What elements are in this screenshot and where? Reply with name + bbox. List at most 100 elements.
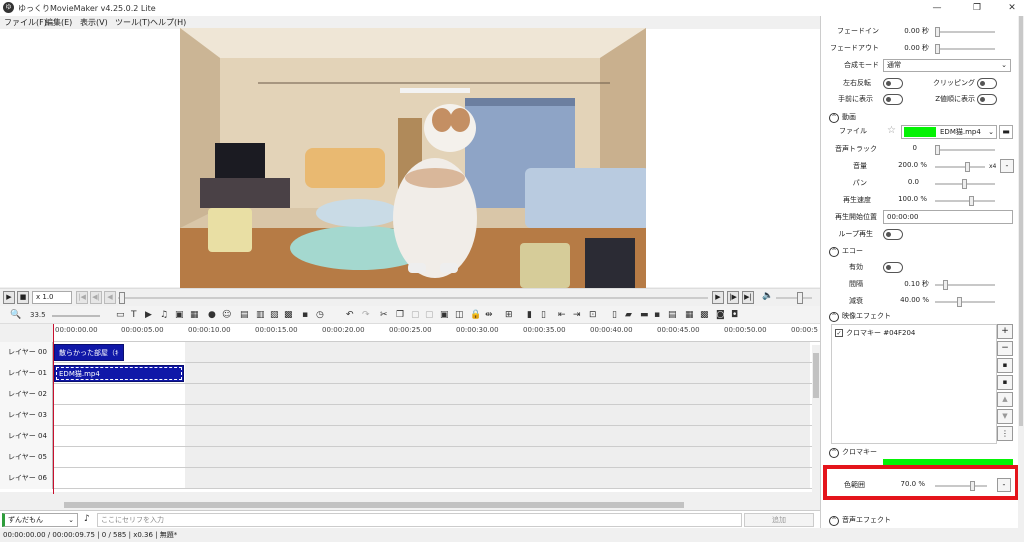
step-forward-icon[interactable]: |▶ xyxy=(727,291,739,304)
go-end-icon[interactable]: ▶| xyxy=(742,291,754,304)
decay-value[interactable]: 40.00 % xyxy=(883,296,929,304)
copy-icon[interactable]: ❐ xyxy=(396,309,404,321)
timeline-ruler[interactable]: 00:00:00.00 00:00:05.00 00:00:10.00 00:0… xyxy=(53,324,820,342)
speed-select[interactable]: x 1.0 xyxy=(32,291,72,304)
layer-label[interactable]: レイヤー 06 xyxy=(0,468,53,489)
speed-slider[interactable] xyxy=(935,196,995,206)
lock-icon[interactable]: 🔒 xyxy=(470,309,481,321)
interval-slider[interactable] xyxy=(935,280,995,290)
color-range-minus-button[interactable]: - xyxy=(997,478,1011,492)
comment-icon[interactable]: ▭ xyxy=(116,309,125,321)
clipping-toggle[interactable] xyxy=(977,78,997,89)
menu-edit[interactable]: 編集(E) xyxy=(45,16,72,29)
checkbox-checked-icon[interactable]: ✓ xyxy=(835,329,843,337)
speaker-icon[interactable]: 🔈 xyxy=(762,291,773,301)
grid-icon[interactable]: ▦ xyxy=(190,309,199,321)
character-select[interactable]: ずんだもん ⌄ xyxy=(2,513,78,527)
zorder-toggle[interactable] xyxy=(977,94,997,105)
layer-icon[interactable]: ◫ xyxy=(455,309,464,321)
text-icon[interactable]: T xyxy=(131,309,137,321)
flip-toggle[interactable] xyxy=(883,78,903,89)
face-icon[interactable]: ☺ xyxy=(222,309,231,321)
speed-value[interactable]: 100.0 % xyxy=(883,195,927,203)
collapse-icon[interactable]: ^ xyxy=(829,113,839,123)
render-icon[interactable]: ▩ xyxy=(700,309,709,321)
load-effect-icon[interactable]: ▪ xyxy=(997,375,1013,390)
color-range-slider[interactable] xyxy=(935,481,987,491)
frames-icon[interactable]: ▧ xyxy=(270,309,279,321)
timeline-clip[interactable]: 散らかった部屋（ｷ xyxy=(54,344,124,361)
stop-icon[interactable]: ■ xyxy=(17,291,29,304)
camera-icon[interactable]: ◙ xyxy=(716,309,725,321)
timeline-vscroll[interactable] xyxy=(812,345,820,493)
clock-icon[interactable]: ◷ xyxy=(316,309,324,321)
seek-thumb[interactable] xyxy=(119,292,125,304)
interval-value[interactable]: 0.10 秒 xyxy=(883,279,929,289)
more-icon[interactable]: ⋮ xyxy=(997,426,1013,441)
timeline-hscroll[interactable] xyxy=(0,500,820,510)
layer-track[interactable] xyxy=(185,363,810,383)
file-select[interactable]: EDM猫.mp4 ⌄ xyxy=(901,125,997,139)
video-preview[interactable] xyxy=(180,28,646,288)
timeline-clip-selected[interactable]: EDM猫.mp4 xyxy=(54,365,184,382)
star-icon[interactable]: ☆ xyxy=(887,125,896,136)
layer-track[interactable] xyxy=(185,405,810,425)
layer-label[interactable]: レイヤー 04 xyxy=(0,426,53,447)
menu-tools[interactable]: ツール(T) xyxy=(115,16,150,29)
layer-track[interactable] xyxy=(185,468,810,488)
volume-minus-button[interactable]: - xyxy=(1000,159,1014,173)
fade-out-slider[interactable] xyxy=(935,44,995,54)
folder-open-icon[interactable]: ▰ xyxy=(625,309,632,321)
delete-icon[interactable]: ▮ xyxy=(527,309,532,321)
echo-section-header[interactable]: ^ エコー xyxy=(829,246,863,257)
video-effect-section-header[interactable]: ^ 映像エフェクト xyxy=(829,311,891,322)
snapshot-icon[interactable]: ◘ xyxy=(731,309,738,321)
collapse-icon[interactable]: ^ xyxy=(829,448,839,458)
fade-in-value[interactable]: 0.00 秒 xyxy=(891,26,929,36)
volume-thumb[interactable] xyxy=(797,292,803,304)
redo-icon[interactable]: ↷ xyxy=(362,309,370,321)
trash-icon[interactable]: ▯ xyxy=(541,309,546,321)
decay-slider[interactable] xyxy=(935,297,995,307)
add-button[interactable]: 追加 xyxy=(744,513,814,527)
undo-icon[interactable]: ↶ xyxy=(346,309,354,321)
frame-forward-icon[interactable]: ▶ xyxy=(712,291,724,304)
fade-in-slider[interactable] xyxy=(935,27,995,37)
zoom-icon[interactable]: 🔍 xyxy=(10,309,21,321)
video-section-header[interactable]: ^ 動画 xyxy=(829,112,856,123)
zoom-slider[interactable] xyxy=(52,315,100,317)
export-icon[interactable]: ▦ xyxy=(685,309,694,321)
chroma-section-header[interactable]: ^ クロマキー xyxy=(829,447,877,458)
panel-scrollbar[interactable] xyxy=(1018,16,1024,528)
start-pos-input[interactable]: 00:00:00 xyxy=(883,210,1013,224)
color-range-value[interactable]: 70.0 % xyxy=(883,480,925,488)
fit-icon[interactable]: ⊡ xyxy=(589,309,597,321)
collapse-icon[interactable]: ^ xyxy=(829,312,839,322)
collapse-icon[interactable]: ^ xyxy=(829,516,839,526)
menu-file[interactable]: ファイル(F) xyxy=(4,16,47,29)
layer-track[interactable] xyxy=(185,447,810,467)
add-effect-button[interactable]: + xyxy=(997,324,1013,339)
volume-slider[interactable] xyxy=(935,162,985,172)
layer-label[interactable]: レイヤー 00 xyxy=(0,342,53,363)
folder-icon[interactable]: ▬ xyxy=(640,309,649,321)
audio-track-value[interactable]: 0 xyxy=(891,144,917,152)
music-icon[interactable]: ♫ xyxy=(160,309,168,321)
voice-icon[interactable]: ♪ xyxy=(84,514,90,524)
volume-value[interactable]: 200.0 % xyxy=(883,161,927,169)
seek-track[interactable] xyxy=(118,297,708,299)
folder-icon[interactable]: ▬ xyxy=(999,125,1013,139)
serif-input[interactable]: ここにセリフを入力 xyxy=(97,513,742,527)
step-back-icon[interactable]: ◀| xyxy=(90,291,102,304)
go-start-icon[interactable]: |◀ xyxy=(76,291,88,304)
effect-list-item[interactable]: ✓ クロマキー #04F204 xyxy=(835,328,915,338)
close-icon[interactable]: ✕ xyxy=(1005,2,1019,14)
layout-icon[interactable]: ▥ xyxy=(256,309,265,321)
audio-track-slider[interactable] xyxy=(935,145,995,155)
align-right-icon[interactable]: ⇥ xyxy=(573,309,581,321)
audio-effect-section-header[interactable]: ^ 音声エフェクト xyxy=(829,515,891,526)
loop-toggle[interactable] xyxy=(883,229,903,240)
layer-label[interactable]: レイヤー 03 xyxy=(0,405,53,426)
pan-value[interactable]: 0.0 xyxy=(883,178,919,186)
minimize-icon[interactable]: — xyxy=(930,2,944,14)
